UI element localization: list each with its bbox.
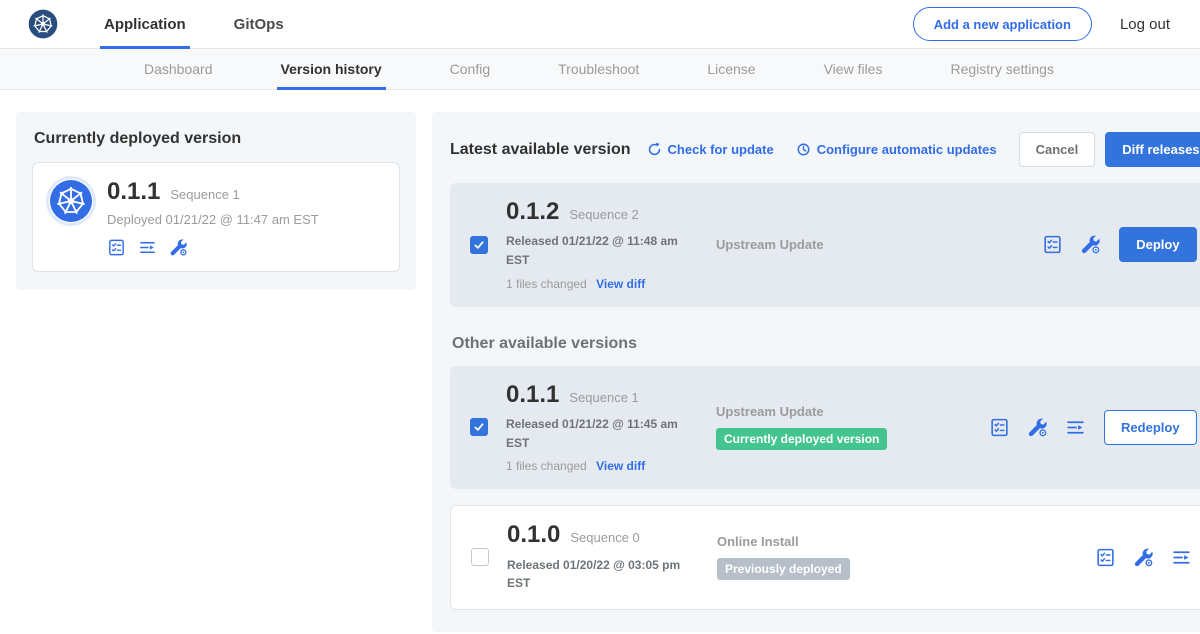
tab-gitops[interactable]: GitOps	[230, 0, 288, 49]
version-source-column: Upstream Update	[704, 237, 1034, 252]
tab-application-label: Application	[104, 16, 186, 33]
subnav-tab-config[interactable]: Config	[446, 49, 494, 89]
deployed-version-number: 0.1.1	[107, 179, 160, 205]
checkmark-icon	[473, 421, 485, 433]
files-changed-label: 1 files changed	[506, 277, 587, 291]
configure-automatic-updates-label: Configure automatic updates	[817, 142, 997, 157]
version-number: 0.1.2	[506, 199, 559, 225]
diff-icon[interactable]	[138, 238, 157, 257]
latest-version-header: Latest available version Check for updat…	[450, 132, 1200, 167]
top-navbar: Application GitOps Add a new application…	[0, 0, 1200, 49]
configure-automatic-updates-link[interactable]: Configure automatic updates	[796, 142, 997, 157]
version-info: 0.1.0 Sequence 0 Released 01/20/22 @ 03:…	[507, 522, 705, 593]
version-source-column: Online Install Previously deployed	[705, 534, 1087, 580]
subnav-tab-view-files[interactable]: View files	[820, 49, 887, 89]
files-changed-line: 1 files changed View diff	[506, 459, 704, 473]
view-diff-link[interactable]: View diff	[596, 459, 645, 473]
kubernetes-logo-icon[interactable]	[28, 9, 58, 39]
deployed-sequence-label: Sequence 1	[170, 187, 239, 202]
diff-icon[interactable]	[1065, 417, 1086, 438]
released-date: Released 01/20/22 @ 03:05 pm EST	[507, 556, 693, 593]
check-for-update-label: Check for update	[668, 142, 774, 157]
subnav-tab-label: Troubleshoot	[558, 61, 639, 77]
tab-gitops-label: GitOps	[234, 16, 284, 33]
subnav-tab-license[interactable]: License	[703, 49, 759, 89]
files-changed-label: 1 files changed	[506, 459, 587, 473]
release-notes-icon[interactable]	[1042, 234, 1063, 255]
source-label: Online Install	[717, 534, 1087, 549]
main-content: Currently deployed version 0.1.1 Sequenc…	[0, 90, 1200, 632]
source-label: Upstream Update	[716, 404, 981, 419]
view-diff-link[interactable]: View diff	[596, 277, 645, 291]
version-row-0-1-2: 0.1.2 Sequence 2 Released 01/21/22 @ 11:…	[450, 183, 1200, 307]
release-notes-icon[interactable]	[1095, 547, 1116, 568]
subnav-tab-version-history[interactable]: Version history	[277, 49, 386, 89]
version-number: 0.1.0	[507, 522, 560, 548]
redeploy-button[interactable]: Redeploy	[1104, 410, 1197, 445]
clock-icon	[796, 142, 811, 157]
edit-config-icon[interactable]	[169, 238, 188, 257]
edit-config-icon[interactable]	[1133, 547, 1154, 568]
subnav-tab-label: Registry settings	[950, 61, 1053, 77]
diff-releases-button[interactable]: Diff releases	[1105, 132, 1200, 167]
version-source-column: Upstream Update Currently deployed versi…	[704, 404, 981, 450]
released-date: Released 01/21/22 @ 11:45 am EST	[506, 415, 692, 452]
version-row-actions	[1095, 547, 1192, 568]
version-row-0-1-1: 0.1.1 Sequence 1 Released 01/21/22 @ 11:…	[450, 366, 1200, 490]
subnav-tab-dashboard[interactable]: Dashboard	[140, 49, 217, 89]
sequence-label: Sequence 0	[570, 530, 639, 545]
logout-button[interactable]: Log out	[1120, 16, 1170, 33]
deploy-button[interactable]: Deploy	[1119, 227, 1196, 262]
previously-deployed-badge: Previously deployed	[717, 558, 850, 580]
source-label: Upstream Update	[716, 237, 1034, 252]
release-notes-icon[interactable]	[107, 238, 126, 257]
row-gap	[450, 489, 1200, 505]
other-versions-title: Other available versions	[452, 335, 1200, 353]
version-row-0-1-0: 0.1.0 Sequence 0 Released 01/20/22 @ 03:…	[450, 505, 1200, 610]
check-for-update-link[interactable]: Check for update	[647, 142, 774, 157]
add-application-button[interactable]: Add a new application	[913, 7, 1092, 41]
subnav-tab-troubleshoot[interactable]: Troubleshoot	[554, 49, 643, 89]
checkmark-icon	[473, 239, 485, 251]
files-changed-line: 1 files changed View diff	[506, 277, 704, 291]
currently-deployed-badge: Currently deployed version	[716, 428, 887, 450]
edit-config-icon[interactable]	[1027, 417, 1048, 438]
version-checkbox[interactable]	[470, 418, 488, 436]
refresh-icon	[647, 142, 662, 157]
subnav-tab-label: Dashboard	[144, 61, 213, 77]
edit-config-icon[interactable]	[1080, 234, 1101, 255]
currently-deployed-panel: Currently deployed version 0.1.1 Sequenc…	[16, 112, 416, 290]
subnav-tab-label: View files	[824, 61, 883, 77]
deployed-timestamp: Deployed 01/21/22 @ 11:47 am EST	[107, 212, 319, 227]
subnav-tab-label: License	[707, 61, 755, 77]
deployed-card-actions	[107, 238, 319, 257]
currently-deployed-title: Currently deployed version	[34, 130, 400, 148]
version-checkbox[interactable]	[471, 548, 489, 566]
release-notes-icon[interactable]	[989, 417, 1010, 438]
subnav-tab-label: Config	[450, 61, 490, 77]
sequence-label: Sequence 2	[569, 207, 638, 222]
deployed-version-card: 0.1.1 Sequence 1 Deployed 01/21/22 @ 11:…	[32, 162, 400, 272]
sequence-label: Sequence 1	[569, 390, 638, 405]
app-sub-navbar: Dashboard Version history Config Trouble…	[0, 49, 1200, 90]
diff-icon[interactable]	[1171, 547, 1192, 568]
subnav-tab-label: Version history	[281, 61, 382, 77]
tab-application[interactable]: Application	[100, 0, 190, 49]
app-logo-icon	[49, 179, 93, 223]
subnav-tab-registry-settings[interactable]: Registry settings	[946, 49, 1057, 89]
released-date: Released 01/21/22 @ 11:48 am EST	[506, 232, 692, 269]
version-row-actions	[989, 417, 1086, 438]
deployed-version-details: 0.1.1 Sequence 1 Deployed 01/21/22 @ 11:…	[107, 179, 319, 257]
version-info: 0.1.2 Sequence 2 Released 01/21/22 @ 11:…	[506, 199, 704, 291]
version-checkbox[interactable]	[470, 236, 488, 254]
version-info: 0.1.1 Sequence 1 Released 01/21/22 @ 11:…	[506, 382, 704, 474]
cancel-button[interactable]: Cancel	[1019, 132, 1096, 167]
latest-version-title: Latest available version	[450, 141, 631, 159]
version-number: 0.1.1	[506, 382, 559, 408]
version-history-panel: Latest available version Check for updat…	[432, 112, 1200, 632]
version-row-actions	[1042, 234, 1101, 255]
